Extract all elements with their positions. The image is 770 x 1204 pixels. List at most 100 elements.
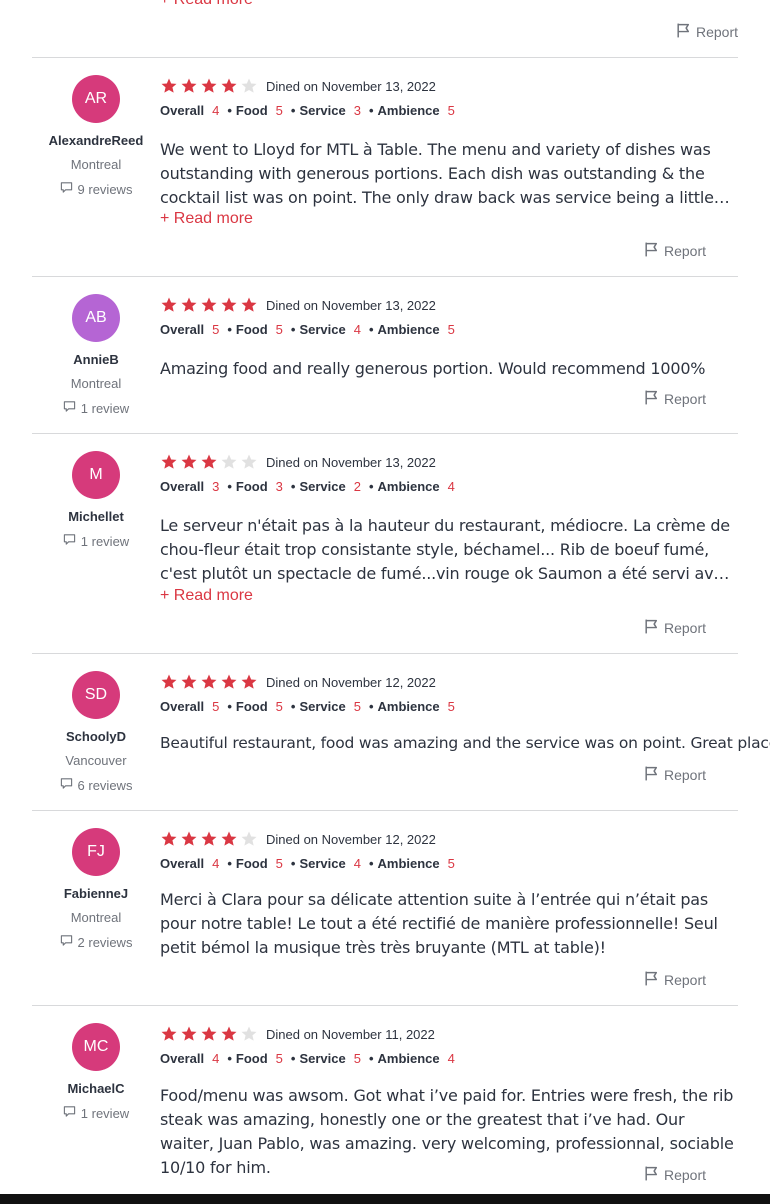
avatar[interactable]: FJ [72, 828, 120, 876]
review-count: 9 reviews [32, 181, 160, 198]
star-empty-icon [240, 830, 258, 848]
bottom-bar [0, 1194, 770, 1204]
report-label: Report [663, 767, 706, 783]
reviewer-name[interactable]: AlexandreReed [32, 133, 160, 149]
report-button[interactable]: Report [643, 970, 706, 990]
service-label: Service [299, 699, 346, 714]
report-button[interactable]: Report [643, 1165, 706, 1185]
read-more-link[interactable]: + Read more [160, 0, 253, 10]
report-button[interactable]: Report [643, 765, 706, 785]
review-card: SD SchoolyD Vancouver 6 reviews Dined on… [32, 654, 770, 811]
service-label: Service [299, 103, 346, 118]
star-filled-icon [220, 673, 238, 691]
report-button[interactable]: Report [643, 241, 706, 261]
report-button[interactable]: Report [643, 618, 706, 638]
ambience-label: Ambience [377, 699, 440, 714]
avatar[interactable]: MC [72, 1023, 120, 1071]
food-label: Food [235, 699, 268, 714]
review-text: Le serveur n'était pas à la hauteur du r… [160, 516, 732, 583]
reviewer-location: Montreal [70, 376, 122, 391]
separator: • [290, 103, 296, 118]
report-label: Report [663, 243, 706, 259]
report-button[interactable]: Report [643, 389, 706, 409]
separator: • [227, 103, 232, 118]
rating-row: Dined on November 12, 2022 [160, 672, 436, 692]
reviewer-info: FJ FabienneJ Montreal 2 reviews [32, 811, 160, 951]
star-filled-icon [180, 673, 198, 691]
food-value: 5 [275, 856, 283, 871]
star-empty-icon [220, 453, 238, 471]
reviewer-name[interactable]: Michellet [32, 509, 160, 525]
reviewer-name[interactable]: MichaelC [32, 1081, 160, 1097]
rating-row: Dined on November 13, 2022 [160, 452, 436, 472]
review-card: FJ FabienneJ Montreal 2 reviews Dined on… [32, 811, 738, 1006]
ambience-value: 5 [447, 856, 455, 871]
reviewer-name[interactable]: FabienneJ [32, 886, 160, 902]
overall-label: Overall [160, 856, 205, 871]
read-more-link[interactable]: + Read more [160, 207, 253, 231]
reviewer-name[interactable]: AnnieB [32, 352, 160, 368]
rating-row: Dined on November 11, 2022 [160, 1024, 435, 1044]
star-empty-icon [240, 77, 258, 95]
food-label: Food [235, 1051, 268, 1066]
ambience-value: 5 [447, 103, 455, 118]
review-text: Beautiful restaurant, food was amazing a… [160, 734, 770, 752]
overall-value: 4 [212, 103, 220, 118]
food-label: Food [235, 856, 268, 871]
comment-icon [60, 934, 73, 951]
separator: • [227, 322, 232, 337]
review-card: AB AnnieB Montreal 1 review Dined on Nov… [32, 277, 738, 434]
star-filled-icon [240, 673, 258, 691]
service-value: 5 [353, 699, 361, 714]
read-more-link[interactable]: + Read more [160, 584, 253, 608]
flag-icon [643, 618, 660, 638]
service-value: 4 [353, 322, 361, 337]
food-label: Food [235, 103, 268, 118]
avatar[interactable]: M [72, 451, 120, 499]
food-label: Food [235, 322, 268, 337]
star-rating [160, 296, 258, 314]
avatar[interactable]: SD [72, 671, 120, 719]
overall-label: Overall [160, 699, 205, 714]
reviewer-info: AR AlexandreReed Montreal 9 reviews [32, 58, 160, 198]
review-count: 6 reviews [32, 777, 160, 794]
separator: • [227, 856, 232, 871]
report-button[interactable]: Report [675, 22, 738, 42]
review-count: 2 reviews [32, 934, 160, 951]
star-filled-icon [200, 830, 218, 848]
star-rating [160, 77, 258, 95]
ambience-label: Ambience [377, 479, 440, 494]
separator: • [368, 1051, 374, 1066]
avatar[interactable]: AR [72, 75, 120, 123]
separator: • [368, 322, 374, 337]
service-value: 3 [353, 103, 361, 118]
review-text: We went to Lloyd for MTL à Table. The me… [160, 140, 714, 207]
review-card: M Michellet 1 review Dined on November 1… [32, 434, 738, 654]
star-rating [160, 830, 258, 848]
reviewer-location: Vancouver [65, 753, 127, 768]
ambience-label: Ambience [377, 1051, 440, 1066]
sub-ratings: Overall 4 • Food 5 • Service 3 • Ambience 5 [160, 103, 459, 118]
overall-value: 5 [212, 322, 220, 337]
separator: • [290, 322, 296, 337]
star-filled-icon [160, 673, 178, 691]
separator: • [227, 479, 232, 494]
reviewer-name[interactable]: SchoolyD [32, 729, 160, 745]
review-count-label: 1 review [80, 1105, 130, 1121]
ambience-label: Ambience [377, 322, 440, 337]
separator: • [368, 103, 374, 118]
star-filled-icon [180, 77, 198, 95]
separator: • [290, 699, 296, 714]
food-value: 5 [275, 1051, 283, 1066]
separator: • [290, 856, 296, 871]
service-label: Service [299, 1051, 346, 1066]
avatar[interactable]: AB [72, 294, 120, 342]
separator: • [227, 699, 232, 714]
ambience-value: 5 [447, 322, 455, 337]
report-label: Report [663, 391, 706, 407]
report-label: Report [663, 620, 706, 636]
ambience-value: 4 [447, 1051, 455, 1066]
star-filled-icon [180, 296, 198, 314]
star-filled-icon [220, 830, 238, 848]
star-filled-icon [160, 830, 178, 848]
